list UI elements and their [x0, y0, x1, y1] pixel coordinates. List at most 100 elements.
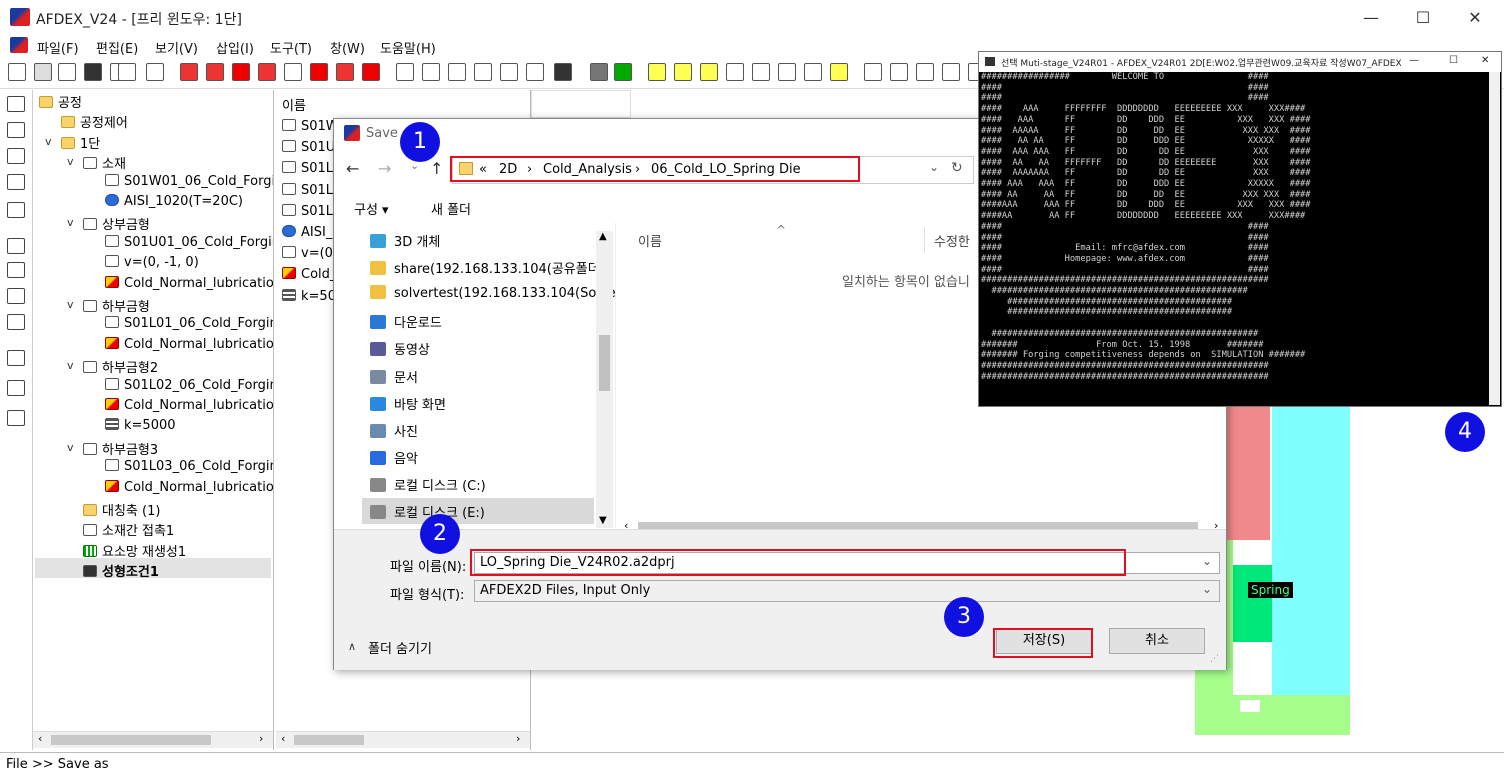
toolbar-button-icon[interactable]: [890, 63, 908, 81]
resize-grip-icon[interactable]: ⋰: [1210, 654, 1219, 664]
toolbar-button-icon[interactable]: [34, 63, 52, 81]
list-item[interactable]: Cold_: [282, 267, 336, 282]
filetype-select[interactable]: AFDEX2D Files, Input Only: [474, 580, 1220, 602]
hide-folders-button[interactable]: 폴더 숨기기: [368, 638, 432, 657]
nav-item[interactable]: 사진: [370, 421, 418, 440]
toolbar-button-icon[interactable]: [942, 63, 960, 81]
menu-window[interactable]: 창(W): [330, 38, 365, 57]
column-header-name[interactable]: 이름: [638, 231, 662, 250]
toolbar-button-icon[interactable]: [232, 63, 250, 81]
tree-item[interactable]: 소재: [83, 153, 126, 172]
scroll-down-icon[interactable]: ▼: [599, 515, 607, 526]
tree-item[interactable]: 소재간 접촉1: [83, 520, 174, 539]
toolbar-button-icon[interactable]: [554, 63, 572, 81]
toolbar-button-icon[interactable]: [526, 63, 544, 81]
tree-item[interactable]: 상부금형: [83, 214, 150, 233]
toolbar-button-icon[interactable]: [396, 63, 414, 81]
menu-file[interactable]: 파일(F): [37, 38, 79, 57]
scroll-right-icon[interactable]: ›: [259, 732, 263, 745]
side-tool-icon[interactable]: [7, 262, 25, 278]
toolbar-button-icon[interactable]: [500, 63, 518, 81]
filetype-dropdown-icon[interactable]: ⌄: [1202, 582, 1212, 596]
tree-item[interactable]: 하부금형: [83, 296, 150, 315]
expand-chevron-icon[interactable]: v: [67, 441, 74, 454]
tree-item[interactable]: S01L03_06_Cold_Forgin: [105, 459, 273, 474]
forward-icon[interactable]: →: [378, 159, 391, 178]
column-header-modified[interactable]: 수정한: [934, 231, 970, 250]
nav-item[interactable]: 로컬 디스크 (C:): [370, 475, 486, 494]
new-folder-button[interactable]: 새 폴더: [431, 199, 471, 218]
toolbar-button-icon[interactable]: [58, 63, 76, 81]
nav-item[interactable]: 음악: [370, 448, 418, 467]
toolbar-button-icon[interactable]: [726, 63, 744, 81]
refresh-icon[interactable]: ↻: [951, 160, 963, 176]
tree-item[interactable]: 공정: [39, 92, 82, 111]
scroll-left-icon[interactable]: ‹: [38, 732, 42, 745]
scroll-left-icon[interactable]: ‹: [281, 732, 285, 745]
column-divider[interactable]: [924, 227, 925, 253]
toolbar-button-icon[interactable]: [804, 63, 822, 81]
toolbar-button-icon[interactable]: [752, 63, 770, 81]
toolbar-button-icon[interactable]: [674, 63, 692, 81]
nav-item[interactable]: 3D 개체: [370, 231, 440, 250]
side-tool-icon[interactable]: [7, 202, 25, 218]
toolbar-button-icon[interactable]: [590, 63, 608, 81]
expand-chevron-icon[interactable]: v: [45, 135, 52, 148]
hide-folders-chevron-icon[interactable]: ∧: [348, 640, 356, 653]
list-hscroll[interactable]: ‹ ›: [276, 731, 530, 748]
toolbar-button-icon[interactable]: [8, 63, 26, 81]
tree-item[interactable]: Cold_Normal_lubricatior: [105, 275, 273, 291]
console-vscroll[interactable]: [1489, 72, 1500, 405]
toolbar-button-icon[interactable]: [336, 63, 354, 81]
expand-chevron-icon[interactable]: v: [67, 298, 74, 311]
tree-item[interactable]: Cold_Normal_lubricatior: [105, 398, 273, 413]
up-icon[interactable]: ↑: [430, 159, 443, 178]
toolbar-button-icon[interactable]: [614, 63, 632, 81]
toolbar-button-icon[interactable]: [830, 63, 848, 81]
toolbar-button-icon[interactable]: [916, 63, 934, 81]
nav-item[interactable]: solvertest(192.168.133.104(Solve: [370, 285, 615, 301]
toolbar-button-icon[interactable]: [648, 63, 666, 81]
list-item[interactable]: S01L: [282, 182, 333, 198]
list-item[interactable]: S01U: [282, 140, 335, 155]
nav-item[interactable]: share(192.168.133.104(공유폴더): [370, 258, 605, 277]
list-item[interactable]: S01L: [282, 203, 333, 219]
scroll-right-icon[interactable]: ›: [516, 732, 520, 745]
nav-item[interactable]: 동영상: [370, 339, 430, 358]
tree-item[interactable]: k=5000: [105, 418, 176, 433]
scroll-up-icon[interactable]: ▲: [599, 231, 607, 242]
tree-hscroll[interactable]: ‹ ›: [33, 731, 273, 748]
menu-help[interactable]: 도움말(H): [380, 38, 436, 57]
address-dropdown-icon[interactable]: ⌄: [929, 160, 939, 174]
toolbar-button-icon[interactable]: [310, 63, 328, 81]
scroll-thumb[interactable]: [599, 335, 610, 391]
cancel-button[interactable]: 취소: [1109, 628, 1205, 654]
toolbar-button-icon[interactable]: [864, 63, 882, 81]
maximize-button[interactable]: ☐: [1400, 6, 1446, 30]
tree-item[interactable]: S01L01_06_Cold_Forgin: [105, 316, 273, 331]
list-item[interactable]: v=(0,: [282, 246, 337, 261]
tree-item[interactable]: 성형조건1: [83, 561, 159, 580]
nav-item[interactable]: 문서: [370, 367, 418, 386]
toolbar-button-icon[interactable]: [700, 63, 718, 81]
console-minimize-button[interactable]: —: [1409, 55, 1419, 66]
minimize-button[interactable]: —: [1348, 6, 1394, 30]
list-header-name[interactable]: 이름: [282, 95, 306, 114]
tree-item[interactable]: 요소망 재생성1: [83, 541, 186, 560]
tree-item[interactable]: 공정제어: [61, 112, 128, 131]
toolbar-button-icon[interactable]: [284, 63, 302, 81]
menu-view[interactable]: 보기(V): [155, 38, 198, 57]
tree-item[interactable]: Cold_Normal_lubricatior: [105, 336, 273, 352]
toolbar-button-icon[interactable]: [118, 63, 136, 81]
console-close-button[interactable]: ✕: [1481, 55, 1489, 66]
side-tool-icon[interactable]: [7, 96, 25, 112]
nav-item[interactable]: 바탕 화면: [370, 394, 446, 413]
toolbar-button-icon[interactable]: [448, 63, 466, 81]
back-icon[interactable]: ←: [346, 159, 359, 178]
tree-item[interactable]: 대칭축 (1): [83, 500, 160, 519]
menu-tools[interactable]: 도구(T): [270, 38, 312, 57]
tree-item[interactable]: S01L02_06_Cold_Forgin: [105, 377, 273, 393]
side-tool-icon[interactable]: [7, 174, 25, 190]
side-tool-icon[interactable]: [7, 148, 25, 164]
expand-chevron-icon[interactable]: v: [67, 359, 74, 372]
